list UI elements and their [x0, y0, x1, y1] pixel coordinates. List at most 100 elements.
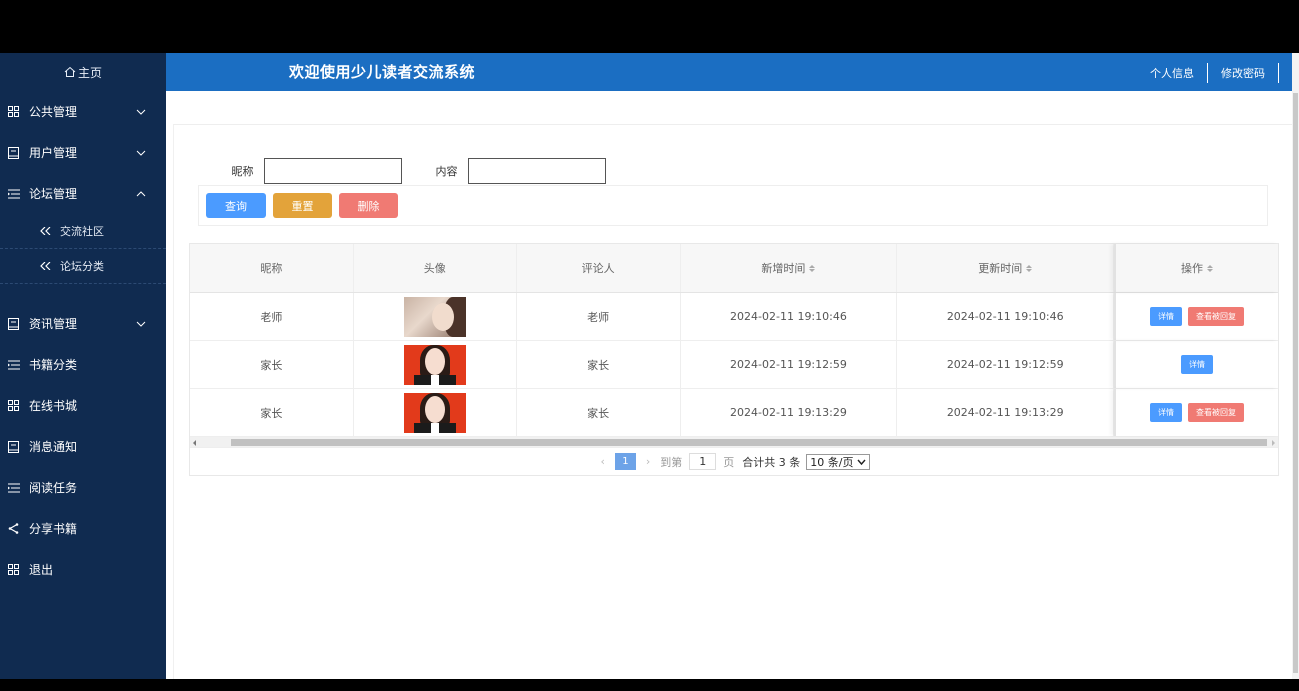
sidebar-item-users[interactable]: 用户管理 [0, 132, 166, 173]
table-row[interactable]: 家长 家长 2024-02-11 19:13:29 2024-02-11 19:… [190, 389, 1278, 437]
share-icon [7, 522, 20, 535]
app-window: 主页 公共管理 用户管理 论坛管理 交流社区 论坛分类 资讯管理 书籍分类 在线… [0, 53, 1299, 679]
main-content: 昵称 内容 查询 重置 删除 昵称 头像 评论人 新增时间 更新时间 操作 老师… [173, 124, 1292, 679]
sidebar-item-book-category[interactable]: 书籍分类 [0, 344, 166, 385]
sidebar-home-label: 主页 [77, 65, 102, 80]
total-count: 合计共 3 条 [742, 455, 801, 469]
column-header: 头像 [354, 244, 517, 292]
sidebar-item-label: 公共管理 [29, 105, 78, 119]
sidebar-item-label: 分享书籍 [29, 522, 78, 536]
sidebar-item-news[interactable]: 资讯管理 [0, 303, 166, 344]
grid-icon [7, 105, 20, 118]
column-header-sortable[interactable]: 更新时间 [897, 244, 1115, 292]
nickname-input[interactable] [264, 158, 402, 184]
pagination: ‹ 1 › 到第 1 页 合计共 3 条 10 条/页 [190, 448, 1278, 475]
detail-button[interactable]: 详情 [1181, 355, 1214, 374]
table-row[interactable]: 老师 老师 2024-02-11 19:10:46 2024-02-11 19:… [190, 293, 1278, 341]
book-icon [7, 317, 20, 330]
cell-commenter: 家长 [517, 389, 681, 436]
cell-avatar [354, 293, 517, 340]
scrollbar-thumb[interactable] [1293, 93, 1298, 673]
list-icon [7, 358, 20, 371]
table-header: 昵称 头像 评论人 新增时间 更新时间 操作 [190, 244, 1278, 293]
query-button[interactable]: 查询 [206, 193, 266, 218]
cell-nickname: 家长 [190, 389, 354, 436]
prev-page-icon[interactable]: ‹ [600, 455, 604, 468]
page-suffix: 页 [723, 455, 735, 469]
goto-page-input[interactable]: 1 [689, 453, 717, 470]
double-arrow-left-icon [40, 226, 52, 236]
book-icon [7, 440, 20, 453]
column-label: 昵称 [260, 262, 283, 275]
reset-button[interactable]: 重置 [273, 193, 332, 218]
detail-button[interactable]: 详情 [1150, 403, 1183, 422]
data-table: 昵称 头像 评论人 新增时间 更新时间 操作 老师 老师 2024-02-11 … [189, 243, 1279, 476]
table-row[interactable]: 家长 家长 2024-02-11 19:12:59 2024-02-11 19:… [190, 341, 1278, 389]
sidebar-item-label: 用户管理 [29, 146, 78, 160]
column-header: 昵称 [190, 244, 354, 292]
chevron-down-icon [136, 109, 146, 115]
cell-actions: 详情 [1114, 341, 1278, 388]
column-header: 评论人 [517, 244, 681, 292]
chevron-down-icon [136, 150, 146, 156]
scroll-left-arrow-icon[interactable] [193, 440, 196, 446]
cell-updated: 2024-02-11 19:12:59 [897, 341, 1115, 388]
sidebar-item-logout[interactable]: 退出 [0, 549, 166, 590]
detail-button[interactable]: 详情 [1150, 307, 1183, 326]
column-header-sortable[interactable]: 新增时间 [681, 244, 898, 292]
sidebar-subitem-forum-category[interactable]: 论坛分类 [0, 249, 166, 284]
list-icon [7, 481, 20, 494]
horizontal-scrollbar[interactable] [190, 437, 1278, 448]
cell-actions: 详情 查看被回复 [1114, 293, 1278, 340]
avatar [403, 344, 466, 385]
chevron-down-icon [856, 459, 866, 465]
vertical-scrollbar[interactable] [1292, 53, 1299, 679]
cell-avatar [354, 389, 517, 436]
avatar [403, 296, 466, 337]
scroll-right-arrow-icon[interactable] [1272, 440, 1275, 446]
view-replies-button[interactable]: 查看被回复 [1188, 307, 1245, 326]
delete-button[interactable]: 删除 [339, 193, 398, 218]
sidebar: 主页 公共管理 用户管理 论坛管理 交流社区 论坛分类 资讯管理 书籍分类 在线… [0, 53, 166, 679]
divider [1278, 63, 1279, 83]
sidebar-item-forum[interactable]: 论坛管理 [0, 173, 166, 214]
cell-commenter: 家长 [517, 341, 681, 388]
grid-icon [7, 563, 20, 576]
content-input[interactable] [468, 158, 606, 184]
profile-link[interactable]: 个人信息 [1137, 65, 1207, 81]
cell-actions: 详情 查看被回复 [1114, 389, 1278, 436]
chevron-up-icon [136, 190, 146, 196]
sidebar-item-public[interactable]: 公共管理 [0, 91, 166, 132]
next-page-icon[interactable]: › [646, 455, 650, 468]
scrollbar-thumb[interactable] [231, 439, 1267, 446]
search-form: 昵称 内容 [221, 158, 629, 184]
list-icon [7, 187, 20, 200]
action-bar: 查询 重置 删除 [198, 185, 1268, 226]
page-number-current[interactable]: 1 [614, 453, 636, 470]
sort-icon[interactable] [1026, 264, 1033, 272]
page-size-select[interactable]: 10 条/页 [806, 453, 870, 470]
sidebar-subitem-community[interactable]: 交流社区 [0, 214, 166, 249]
nickname-label: 昵称 [231, 165, 254, 178]
column-label: 操作 [1181, 262, 1204, 275]
page-title: 欢迎使用少儿读者交流系统 [289, 63, 476, 81]
cell-created: 2024-02-11 19:12:59 [681, 341, 898, 388]
sort-icon[interactable] [1207, 264, 1214, 272]
header-links: 个人信息 修改密码 [1137, 63, 1279, 83]
sidebar-item-label: 资讯管理 [29, 317, 78, 331]
sidebar-item-notifications[interactable]: 消息通知 [0, 426, 166, 467]
sidebar-home[interactable]: 主页 [0, 53, 166, 91]
book-icon [7, 146, 20, 159]
sidebar-item-share-books[interactable]: 分享书籍 [0, 508, 166, 549]
sidebar-item-label: 阅读任务 [29, 481, 78, 495]
sidebar-item-label: 书籍分类 [29, 358, 78, 372]
grid-icon [7, 399, 20, 412]
change-password-link[interactable]: 修改密码 [1208, 65, 1278, 81]
sort-icon[interactable] [809, 264, 816, 272]
sidebar-item-bookstore[interactable]: 在线书城 [0, 385, 166, 426]
view-replies-button[interactable]: 查看被回复 [1188, 403, 1245, 422]
sidebar-item-reading-tasks[interactable]: 阅读任务 [0, 467, 166, 508]
cell-nickname: 家长 [190, 341, 354, 388]
column-header-sortable[interactable]: 操作 [1114, 244, 1278, 292]
